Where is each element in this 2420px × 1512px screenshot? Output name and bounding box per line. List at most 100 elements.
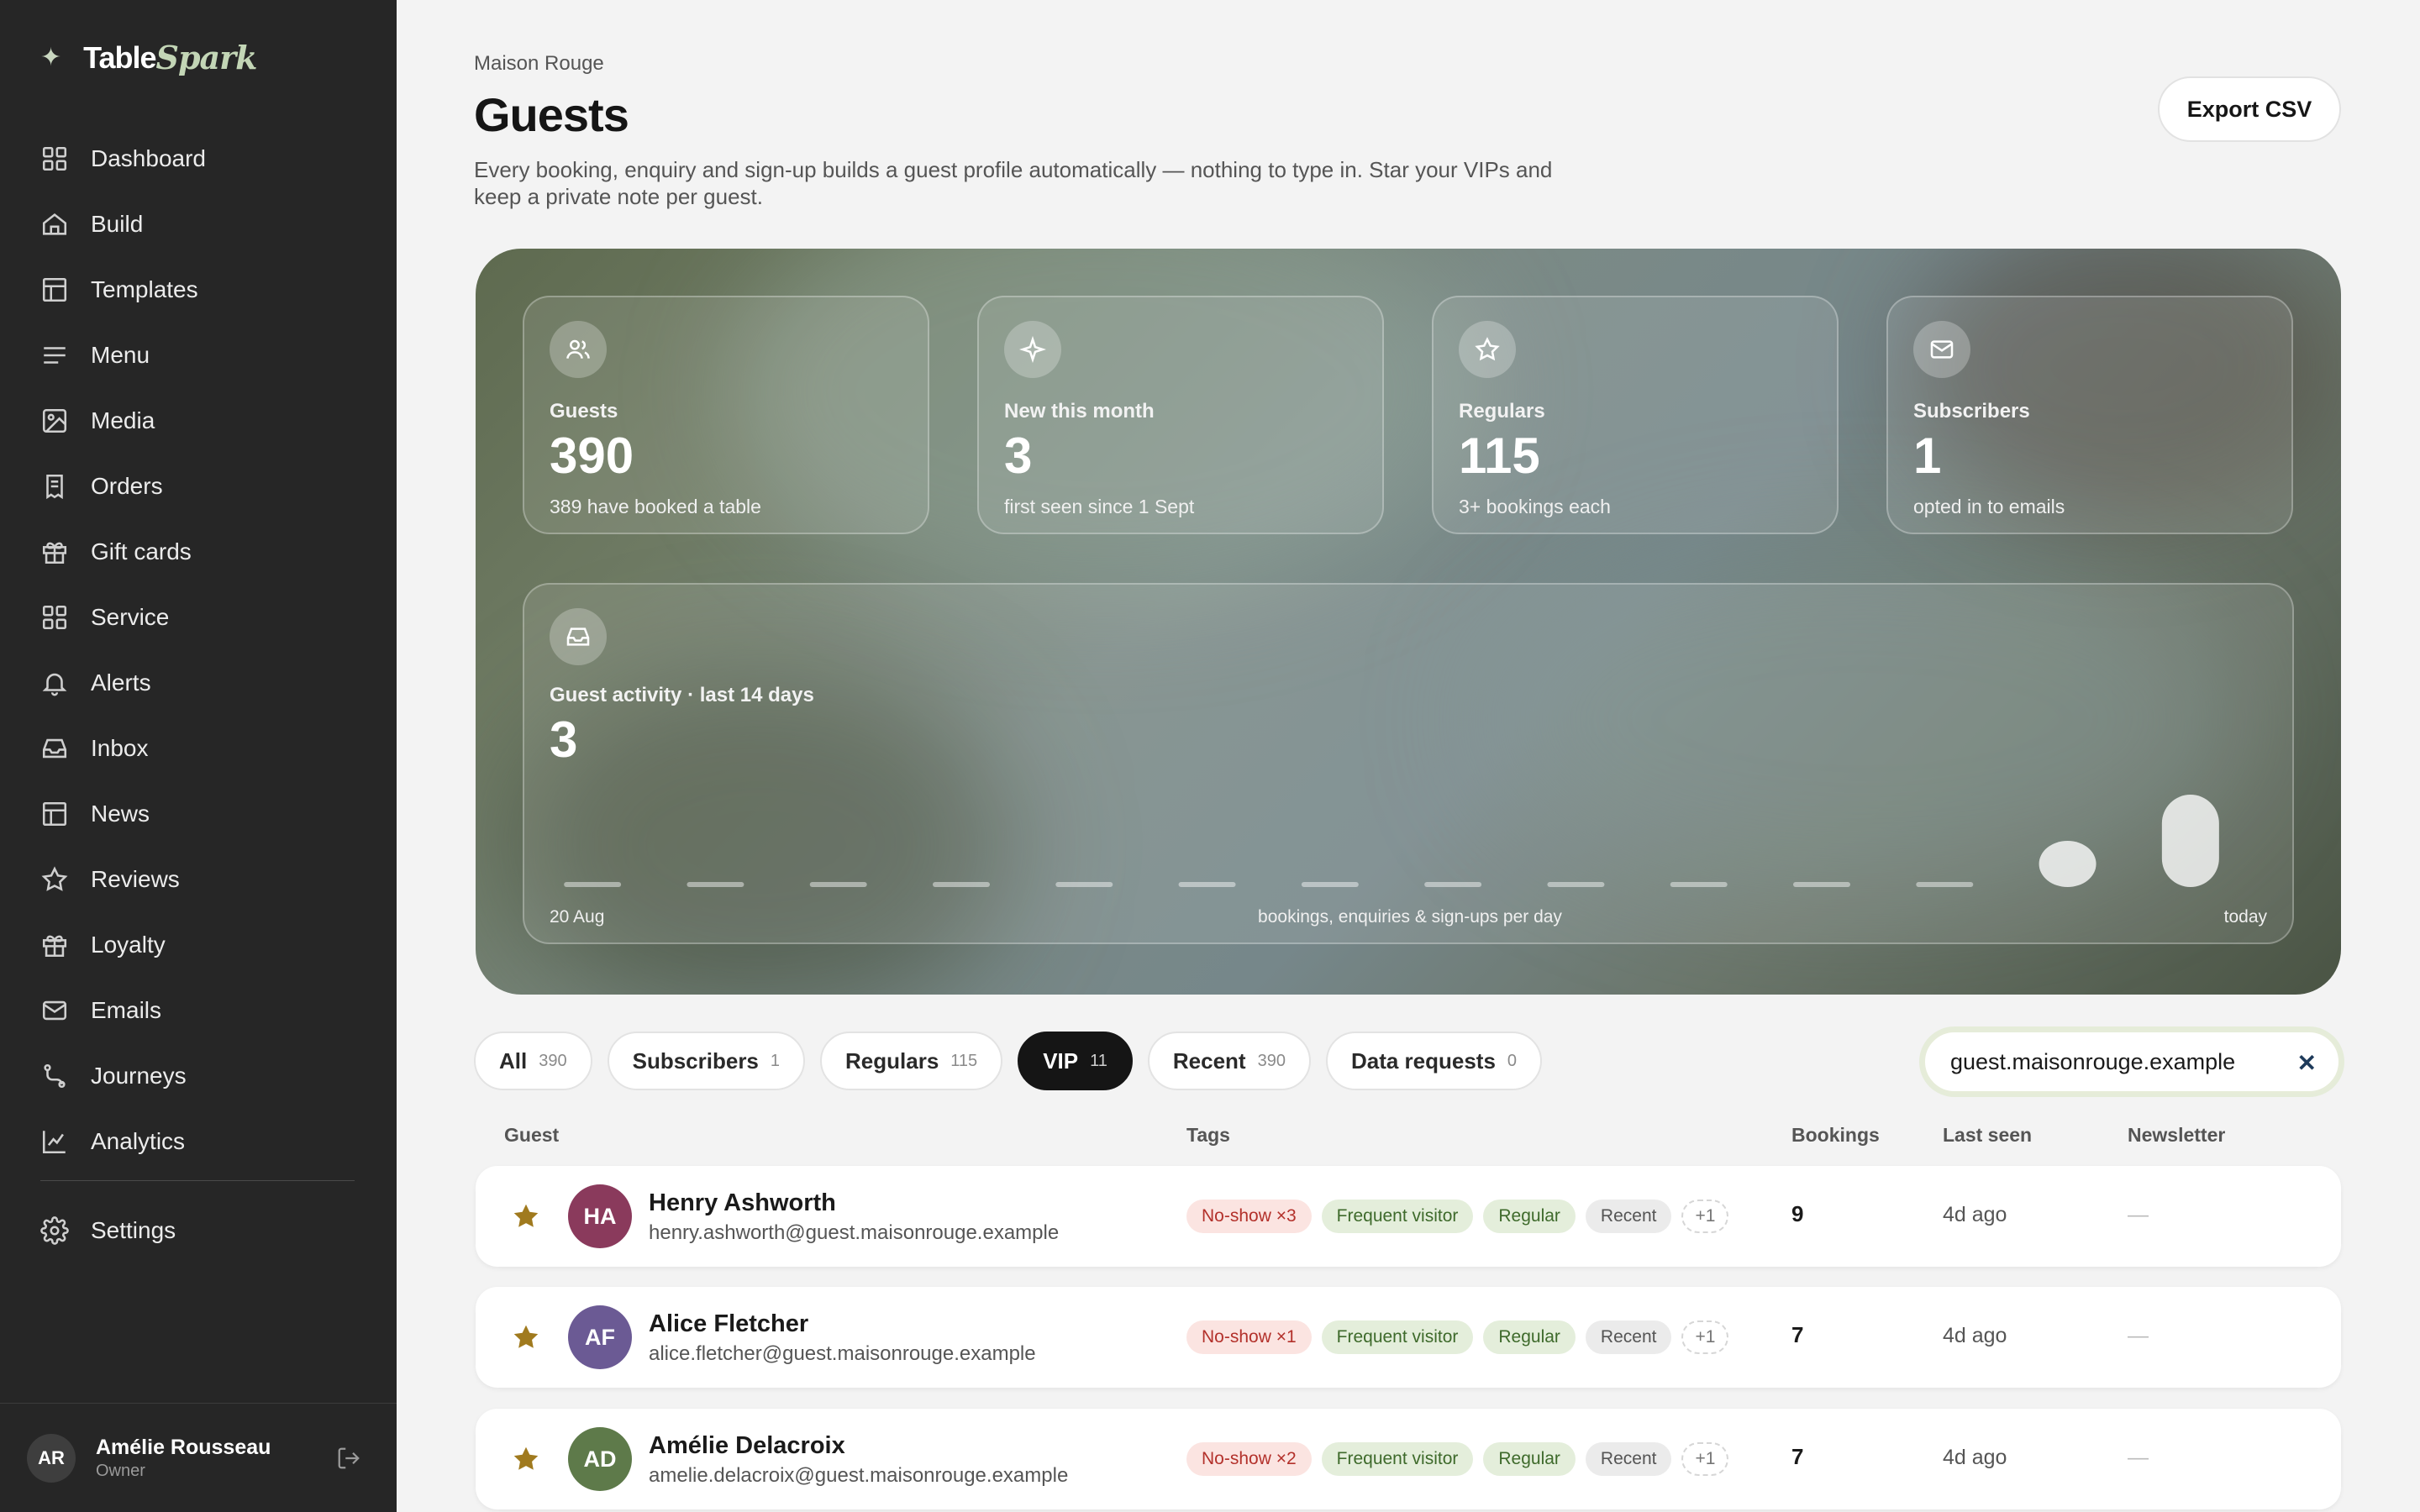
sidebar-item-label: Dashboard: [91, 145, 206, 171]
column-header-last-seen[interactable]: Last seen: [1943, 1124, 2032, 1147]
brand-name-table: Table: [83, 39, 156, 75]
stat-label: Subscribers: [1913, 400, 2030, 423]
booking-count: 7: [1791, 1322, 1804, 1347]
export-csv-button[interactable]: Export CSV: [2158, 76, 2341, 142]
sidebar-item-build[interactable]: Build: [40, 192, 360, 257]
guest-name[interactable]: Alice Fletcher: [649, 1310, 808, 1338]
guest-tags: No-show ×1 Frequent visitor Regular Recent +…: [1186, 1320, 1729, 1354]
sidebar-item-label: Gift cards: [91, 538, 192, 564]
vip-star-icon[interactable]: [511, 1322, 541, 1352]
sidebar-item-dashboard[interactable]: Dashboard: [40, 126, 360, 192]
stat-label: New this month: [1004, 400, 1155, 423]
table-row[interactable]: AF Alice Fletcher alice.fletcher@guest.mai…: [476, 1287, 2341, 1388]
sidebar-item-settings[interactable]: Settings: [40, 1198, 360, 1263]
sidebar-item-analytics[interactable]: Analytics: [40, 1109, 360, 1174]
avatar: AD: [568, 1427, 632, 1491]
tag-badge: Frequent visitor: [1321, 1442, 1474, 1476]
avatar: HA: [568, 1184, 632, 1248]
filter-label: VIP: [1043, 1047, 1079, 1074]
sidebar-item-gift-cards[interactable]: Gift cards: [40, 519, 360, 585]
sidebar-nav: Dashboard Build Templates Menu Media Orders Gi…: [40, 126, 360, 1174]
stat-card-regulars[interactable]: Regulars 115 3+ bookings each: [1432, 296, 1839, 534]
sidebar-item-inbox[interactable]: Inbox: [40, 716, 360, 781]
tag-badge: No-show ×2: [1186, 1442, 1312, 1476]
booking-count: 9: [1791, 1201, 1804, 1226]
gift-icon: [42, 935, 67, 958]
search-input[interactable]: [1950, 1048, 2286, 1075]
route-icon: [44, 1063, 66, 1089]
sidebar-item-media[interactable]: Media: [40, 388, 360, 454]
filter-count: 390: [1257, 1051, 1286, 1070]
layout-icon: [42, 801, 67, 827]
activity-bar: [1424, 882, 1482, 887]
newsletter-status: —: [2128, 1324, 2149, 1347]
stat-subtext: first seen since 1 Sept: [1004, 496, 1195, 517]
activity-bar: [933, 882, 990, 887]
filter-tab-all[interactable]: All 390: [474, 1032, 592, 1090]
tag-badge: +1: [1681, 1442, 1729, 1476]
filter-tab-subscribers[interactable]: Subscribers 1: [607, 1032, 806, 1090]
tag-badge: Recent: [1585, 1200, 1672, 1233]
vip-star-icon[interactable]: [511, 1201, 541, 1231]
star-icon: [1459, 321, 1516, 378]
clear-search-icon[interactable]: ✕: [2297, 1049, 2317, 1077]
user-profile[interactable]: AR Amélie Rousseau Owner: [0, 1403, 397, 1512]
inbox-icon: [42, 738, 67, 759]
stat-card-subscribers[interactable]: Subscribers 1 opted in to emails: [1886, 296, 2293, 534]
sidebar-item-menu[interactable]: Menu: [40, 323, 360, 388]
gear-icon: [40, 1216, 69, 1245]
axis-end-label: today: [2223, 907, 2267, 927]
filter-tab-recent[interactable]: Recent 390: [1147, 1032, 1311, 1090]
stats-hero: Guests 390 389 have booked a table New t…: [476, 249, 2341, 995]
table-row[interactable]: AD Amélie Delacroix amelie.delacroix@guest…: [476, 1409, 2341, 1509]
breadcrumb[interactable]: Maison Rouge: [474, 52, 604, 76]
filter-label: Regulars: [845, 1047, 939, 1074]
sidebar-item-reviews[interactable]: Reviews: [40, 847, 360, 912]
guest-tags: No-show ×3 Frequent visitor Regular Recent +…: [1186, 1200, 1729, 1233]
tag-badge: Regular: [1483, 1320, 1576, 1354]
brand-logo[interactable]: ✦ Table Spark: [40, 39, 258, 76]
filter-tab-regulars[interactable]: Regulars 115: [820, 1032, 1003, 1090]
table-row[interactable]: HA Henry Ashworth henry.ashworth@guest.mai…: [476, 1166, 2341, 1267]
sidebar-item-orders[interactable]: Orders: [40, 454, 360, 519]
sidebar-item-templates[interactable]: Templates: [40, 257, 360, 323]
sidebar-item-news[interactable]: News: [40, 781, 360, 847]
search-field[interactable]: ✕: [1923, 1030, 2341, 1094]
column-header-guest: Guest: [504, 1124, 560, 1146]
filter-count: 390: [539, 1051, 567, 1070]
tag-badge: Regular: [1483, 1442, 1576, 1476]
stat-value: 115: [1459, 428, 1540, 484]
vip-star-icon[interactable]: [511, 1444, 541, 1474]
layout-icon: [42, 277, 67, 302]
tag-badge: Recent: [1585, 1320, 1672, 1354]
sparkle-icon: ✦: [40, 44, 62, 71]
column-header-newsletter: Newsletter: [2128, 1124, 2226, 1146]
activity-bar: [564, 882, 622, 887]
sidebar-item-label: Menu: [91, 342, 150, 368]
sidebar-item-loyalty[interactable]: Loyalty: [40, 912, 360, 978]
tag-badge: +1: [1681, 1320, 1729, 1354]
column-header-bookings[interactable]: Bookings: [1791, 1124, 1880, 1147]
sidebar-item-label: Loyalty: [91, 932, 166, 958]
column-header-tags: Tags: [1186, 1124, 1230, 1146]
guest-name[interactable]: Amélie Delacroix: [649, 1432, 845, 1460]
sidebar-item-journeys[interactable]: Journeys: [40, 1043, 360, 1109]
avatar: AF: [568, 1305, 632, 1369]
brand-name-spark: Spark: [155, 39, 258, 76]
guest-email: amelie.delacroix@guest.maisonrouge.examp…: [649, 1464, 1069, 1487]
filter-tab-data-requests[interactable]: Data requests 0: [1325, 1032, 1543, 1090]
guest-name[interactable]: Henry Ashworth: [649, 1189, 836, 1217]
filter-tab-vip[interactable]: VIP 11: [1018, 1032, 1133, 1090]
sidebar-item-label: Media: [91, 407, 155, 433]
activity-bar: [1916, 882, 1974, 887]
star-icon: [41, 866, 68, 891]
logout-button[interactable]: [336, 1446, 363, 1473]
sidebar-item-alerts[interactable]: Alerts: [40, 650, 360, 716]
stat-card-new[interactable]: New this month 3 first seen since 1 Sept: [977, 296, 1384, 534]
activity-bar: [2039, 841, 2096, 887]
stat-card-guests[interactable]: Guests 390 389 have booked a table: [523, 296, 929, 534]
last-seen: 4d ago: [1943, 1324, 2007, 1347]
home-icon: [42, 213, 67, 235]
sidebar-item-service[interactable]: Service: [40, 585, 360, 650]
sidebar-item-emails[interactable]: Emails: [40, 978, 360, 1043]
